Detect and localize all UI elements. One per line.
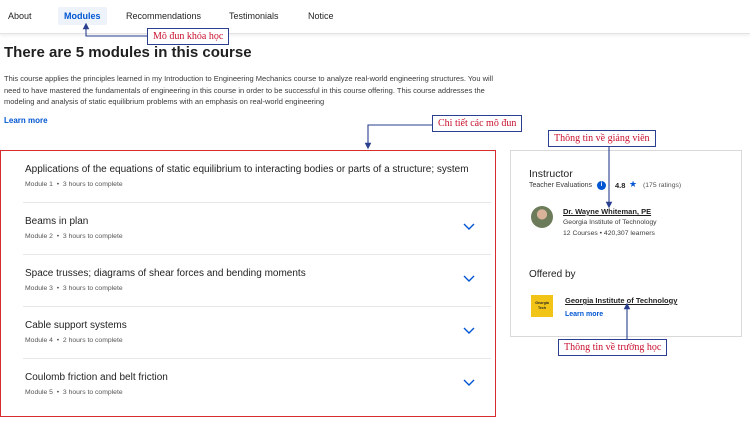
module-title: Space trusses; diagrams of shear forces … — [25, 268, 306, 279]
instructor-stats: 12 Courses • 420,307 learners — [563, 230, 655, 237]
university-name-link[interactable]: Georgia Institute of Technology — [565, 296, 677, 305]
module-title: Applications of the equations of static … — [25, 164, 469, 175]
module-title: Beams in plan — [25, 216, 89, 227]
instructor-name-link[interactable]: Dr. Wayne Whiteman, PE — [563, 207, 651, 216]
university-learn-more-link[interactable]: Learn more — [565, 311, 603, 318]
rating-value: 4.8 — [615, 181, 626, 190]
annotation-instructor-info: Thông tin về giảng viên — [548, 130, 656, 147]
page-title: There are 5 modules in this course — [4, 44, 252, 61]
module-item[interactable]: Space trusses; diagrams of shear forces … — [23, 255, 491, 307]
teacher-evaluations-label: Teacher Evaluations — [529, 182, 593, 189]
offered-by-heading: Offered by — [529, 269, 576, 280]
modules-list: Applications of the equations of static … — [0, 150, 496, 417]
course-nav: About Modules Recommendations Testimonia… — [0, 0, 750, 34]
tab-testimonials[interactable]: Testimonials — [229, 11, 279, 21]
annotation-modules: Mô đun khóa học — [147, 28, 230, 45]
tab-about[interactable]: About — [8, 11, 32, 21]
instructor-card: Instructor Teacher Evaluations i 4.8 ★ (… — [510, 150, 742, 337]
module-meta: Module 3 • 3 hours to complete — [25, 285, 123, 292]
chevron-down-icon[interactable] — [463, 379, 475, 387]
chevron-down-icon[interactable] — [463, 223, 475, 231]
module-meta: Module 4 • 2 hours to complete — [25, 337, 123, 344]
chevron-down-icon[interactable] — [463, 327, 475, 335]
info-icon[interactable]: i — [597, 181, 606, 190]
university-logo[interactable]: Georgia Tech — [531, 295, 553, 317]
module-item[interactable]: Beams in plan Module 2 • 3 hours to comp… — [23, 203, 491, 255]
instructor-heading: Instructor — [529, 168, 573, 180]
annotation-module-details: Chi tiết các mô đun — [432, 115, 523, 132]
course-description: This course applies the principles learn… — [4, 74, 494, 106]
tab-recommendations[interactable]: Recommendations — [126, 11, 201, 21]
module-item[interactable]: Applications of the equations of static … — [23, 151, 491, 203]
tab-modules[interactable]: Modules — [58, 7, 107, 25]
module-meta: Module 5 • 3 hours to complete — [25, 389, 123, 396]
module-meta: Module 1 • 3 hours to complete — [25, 181, 123, 188]
module-item[interactable]: Cable support systems Module 4 • 2 hours… — [23, 307, 491, 359]
module-title: Cable support systems — [25, 320, 127, 331]
ratings-count: (175 ratings) — [643, 182, 682, 189]
learn-more-link[interactable]: Learn more — [4, 116, 48, 125]
module-meta: Module 2 • 3 hours to complete — [25, 233, 123, 240]
annotation-school-info: Thông tin về trường học — [558, 339, 668, 356]
module-title: Coulomb friction and belt friction — [25, 372, 168, 383]
instructor-organization: Georgia Institute of Technology — [563, 219, 657, 226]
chevron-down-icon[interactable] — [463, 275, 475, 283]
avatar[interactable] — [531, 206, 553, 228]
tab-notice[interactable]: Notice — [308, 11, 334, 21]
module-item[interactable]: Coulomb friction and belt friction Modul… — [23, 359, 491, 411]
star-icon: ★ — [629, 179, 638, 189]
